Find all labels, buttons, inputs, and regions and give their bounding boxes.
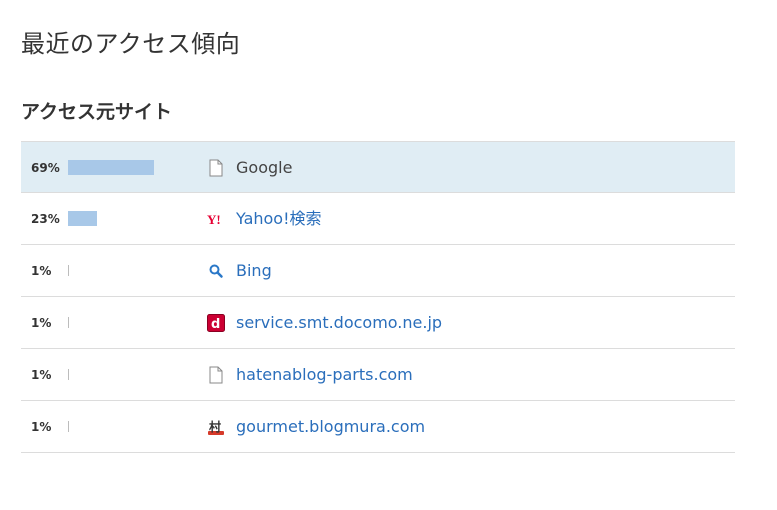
section-title: アクセス元サイト	[21, 101, 173, 123]
bar-track	[68, 211, 168, 226]
docomo-icon: d	[207, 314, 225, 332]
list-item[interactable]: 1% hatenablog-parts.com	[21, 349, 735, 401]
percent-label: 1%	[31, 368, 52, 382]
list-item[interactable]: 69% Google	[21, 141, 735, 193]
page-title: 最近のアクセス傾向	[21, 30, 241, 58]
site-link[interactable]: hatenablog-parts.com	[236, 349, 413, 401]
bar-track	[68, 160, 168, 175]
list-item[interactable]: 1% Bing	[21, 245, 735, 297]
percent-label: 1%	[31, 420, 52, 434]
page-icon	[209, 366, 223, 384]
list-item[interactable]: 23% Y! Yahoo!検索	[21, 193, 735, 245]
page-icon	[209, 159, 223, 177]
percent-bar	[68, 211, 97, 226]
bar-track	[68, 419, 168, 434]
access-source-list: 69% Google 23% Y! Yahoo!検索 1% Bing 1% d …	[21, 141, 735, 453]
site-name: Google	[236, 158, 293, 177]
percent-bar	[68, 317, 69, 328]
percent-bar	[68, 265, 69, 276]
svg-text:Y!: Y!	[207, 212, 221, 227]
yahoo-icon: Y!	[207, 212, 221, 227]
site-link[interactable]: service.smt.docomo.ne.jp	[236, 297, 442, 349]
percent-bar	[68, 421, 69, 432]
site-link[interactable]: gourmet.blogmura.com	[236, 401, 425, 453]
blogmura-icon: 村	[208, 419, 224, 435]
percent-label: 1%	[31, 316, 52, 330]
bar-track	[68, 263, 168, 278]
list-item[interactable]: 1% d service.smt.docomo.ne.jp	[21, 297, 735, 349]
percent-label: 1%	[31, 264, 52, 278]
bar-track	[68, 315, 168, 330]
list-item[interactable]: 1% 村 gourmet.blogmura.com	[21, 401, 735, 453]
percent-bar	[68, 160, 154, 175]
bar-track	[68, 367, 168, 382]
percent-label: 23%	[31, 212, 60, 226]
percent-bar	[68, 369, 69, 380]
site-link[interactable]: Bing	[236, 245, 272, 297]
search-icon	[209, 264, 223, 278]
percent-label: 69%	[31, 161, 60, 175]
svg-text:d: d	[211, 317, 220, 332]
site-link[interactable]: Yahoo!検索	[236, 193, 322, 245]
svg-text:村: 村	[209, 419, 221, 434]
